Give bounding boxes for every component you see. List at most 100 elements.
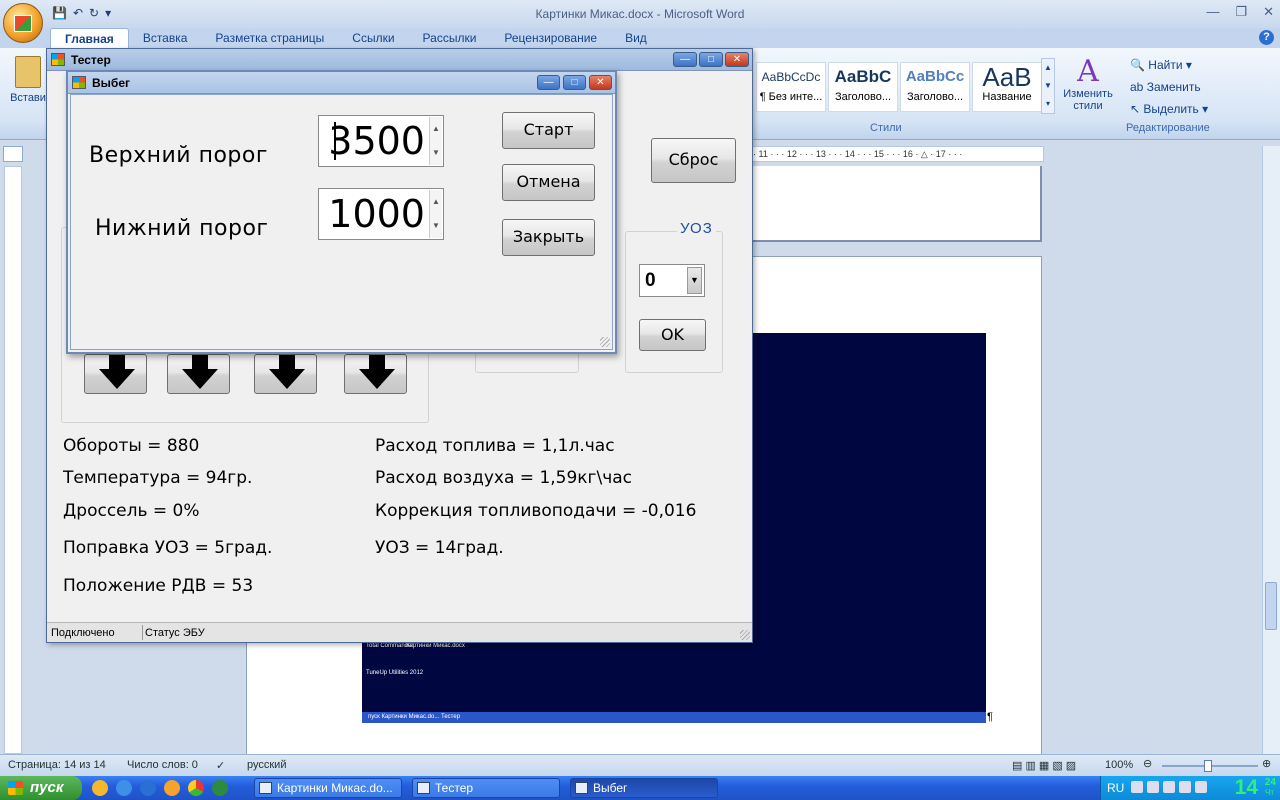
spin-down-icon[interactable]: ▼	[429, 141, 442, 165]
select-button[interactable]: ↖ Выделить ▾	[1126, 98, 1218, 120]
style-no-spacing[interactable]: AaBbCcDc ¶ Без инте...	[756, 62, 826, 112]
down-arrow-button-4[interactable]	[344, 354, 407, 394]
tab-selector[interactable]	[3, 146, 23, 162]
view-buttons[interactable]: ▤ ▥ ▦ ▧ ▨	[1012, 759, 1076, 772]
app-icon[interactable]	[92, 780, 108, 796]
tray-icon[interactable]	[1195, 781, 1207, 793]
language-indicator[interactable]: русский	[247, 759, 286, 771]
find-button[interactable]: 🔍 Найти ▾	[1126, 54, 1218, 76]
zoom-out-icon[interactable]: ⊖	[1143, 757, 1152, 770]
taskbar-task-vybeg[interactable]: Выбег	[570, 778, 718, 798]
close-dialog-button[interactable]: Закрыть	[502, 219, 595, 256]
styles-gallery-scroll[interactable]: ▲ ▼ ▾	[1041, 58, 1055, 114]
start-button[interactable]: пуск	[0, 776, 82, 800]
tab-insert[interactable]: Вставка	[129, 28, 202, 48]
lower-threshold-spinner[interactable]: 1000 ▲ ▼	[318, 188, 444, 240]
editing-group-label: Редактирование	[1126, 122, 1210, 134]
app-icon	[51, 53, 65, 66]
arrow-down-icon	[99, 355, 135, 389]
tab-home[interactable]: Главная	[50, 28, 129, 48]
minimize-icon[interactable]: —	[1206, 4, 1219, 20]
zoom-level[interactable]: 100%	[1105, 759, 1133, 771]
upper-threshold-spinner[interactable]: 3500 ▲ ▼	[318, 115, 444, 167]
word-window-controls: — ❐ ✕	[1206, 4, 1274, 20]
paste-button[interactable]: Встави	[8, 54, 48, 124]
tray-icon[interactable]	[1131, 781, 1143, 793]
down-arrow-button-3[interactable]	[254, 354, 317, 394]
tab-page-layout[interactable]: Разметка страницы	[201, 28, 338, 48]
page-count[interactable]: Страница: 14 из 14	[8, 759, 106, 771]
cursor-icon: ↖	[1130, 102, 1141, 116]
taskbar-task-tester[interactable]: Тестер	[412, 778, 560, 798]
maximize-button[interactable]: □	[699, 52, 723, 67]
uoz-select[interactable]: 0 ▼	[639, 264, 705, 297]
volume-icon[interactable]	[1179, 781, 1191, 793]
minimize-button[interactable]: —	[537, 75, 560, 90]
tray-icon[interactable]	[1163, 781, 1175, 793]
clock-day: Чт	[1265, 788, 1274, 797]
clock-hours[interactable]: 14	[1235, 776, 1258, 800]
style-heading-2[interactable]: AaBbCc Заголово...	[900, 62, 970, 112]
tab-mailings[interactable]: Рассылки	[409, 28, 491, 48]
zoom-slider[interactable]	[1162, 760, 1258, 772]
word-count[interactable]: Число слов: 0	[127, 759, 198, 771]
input-language[interactable]: RU	[1107, 781, 1124, 795]
tab-review[interactable]: Рецензирование	[490, 28, 611, 48]
down-arrow-button-2[interactable]	[167, 354, 230, 394]
tuneup-icon[interactable]	[164, 780, 180, 796]
close-icon[interactable]: ✕	[1263, 4, 1274, 20]
style-title[interactable]: AaB Название	[972, 62, 1042, 112]
spin-up-icon[interactable]: ▲	[429, 117, 442, 141]
chrome-icon[interactable]	[188, 780, 204, 796]
maximize-button[interactable]: □	[563, 75, 586, 90]
change-styles-button[interactable]: A Изменить стили	[1058, 56, 1118, 118]
minimize-button[interactable]: —	[673, 52, 697, 67]
ok-button[interactable]: OK	[639, 319, 706, 351]
cancel-button[interactable]: Отмена	[502, 164, 595, 201]
reset-button[interactable]: Сброс	[651, 138, 736, 183]
vertical-scrollbar[interactable]	[1262, 146, 1280, 754]
close-button[interactable]: ✕	[725, 52, 749, 67]
resize-grip[interactable]	[600, 337, 610, 347]
app-icon[interactable]	[140, 780, 156, 796]
office-button[interactable]	[3, 3, 43, 43]
restore-icon[interactable]: ❐	[1235, 4, 1247, 20]
clipboard-icon	[15, 56, 41, 88]
scroll-thumb[interactable]	[1265, 582, 1277, 630]
spin-up-icon[interactable]: ▲	[429, 190, 442, 214]
start-button[interactable]: Старт	[502, 112, 595, 149]
resize-grip[interactable]	[740, 630, 750, 640]
vybeg-titlebar[interactable]: Выбег — □ ✕	[68, 72, 615, 94]
rdv-position-readout: Положение РДВ = 53	[63, 576, 254, 596]
tab-references[interactable]: Ссылки	[338, 28, 408, 48]
down-arrow-button-1[interactable]	[84, 354, 147, 394]
tester-title: Тестер	[71, 53, 111, 67]
spellcheck-icon[interactable]: ✓	[216, 759, 225, 772]
style-heading-1[interactable]: AaBbC Заголово...	[828, 62, 898, 112]
spin-down-icon[interactable]: ▼	[429, 214, 442, 238]
arrow-down-icon	[359, 355, 395, 389]
vybeg-dialog: Выбег — □ ✕ Верхний порог 3500 ▲ ▼ Нижни…	[66, 70, 617, 354]
zoom-slider-thumb[interactable]	[1204, 760, 1212, 772]
zoom-in-icon[interactable]: ⊕	[1262, 757, 1271, 770]
vybeg-title: Выбег	[92, 76, 130, 90]
office-logo-icon	[14, 15, 32, 32]
internet-explorer-icon[interactable]	[116, 780, 132, 796]
app-icon[interactable]	[212, 780, 228, 796]
uoz-group	[625, 231, 723, 373]
ecu-status: Статус ЭБУ	[145, 627, 205, 639]
taskbar-task-word[interactable]: Картинки Микас.do...	[254, 778, 402, 798]
tray-icon[interactable]	[1147, 781, 1159, 793]
embedded-taskbar: пуск Картинки Микас.do... Тестер	[362, 712, 986, 723]
tester-status-bar: Подключено Статус ЭБУ	[47, 622, 752, 642]
upper-threshold-label: Верхний порог	[89, 143, 268, 168]
replace-button[interactable]: ab Заменить	[1126, 76, 1218, 98]
chevron-down-icon[interactable]: ▼	[687, 267, 702, 294]
horizontal-ruler[interactable]: · 11 · · · 12 · · · 13 · · · 14 · · · 15…	[748, 146, 1044, 162]
close-button[interactable]: ✕	[589, 75, 612, 90]
word-status-bar: Страница: 14 из 14 Число слов: 0 ✓ русск…	[0, 754, 1280, 776]
tab-view[interactable]: Вид	[611, 28, 661, 48]
help-icon[interactable]: ?	[1259, 30, 1274, 45]
vybeg-body: Верхний порог 3500 ▲ ▼ Нижний порог 1000…	[70, 94, 613, 350]
tester-titlebar[interactable]: Тестер — □ ✕	[47, 49, 752, 71]
